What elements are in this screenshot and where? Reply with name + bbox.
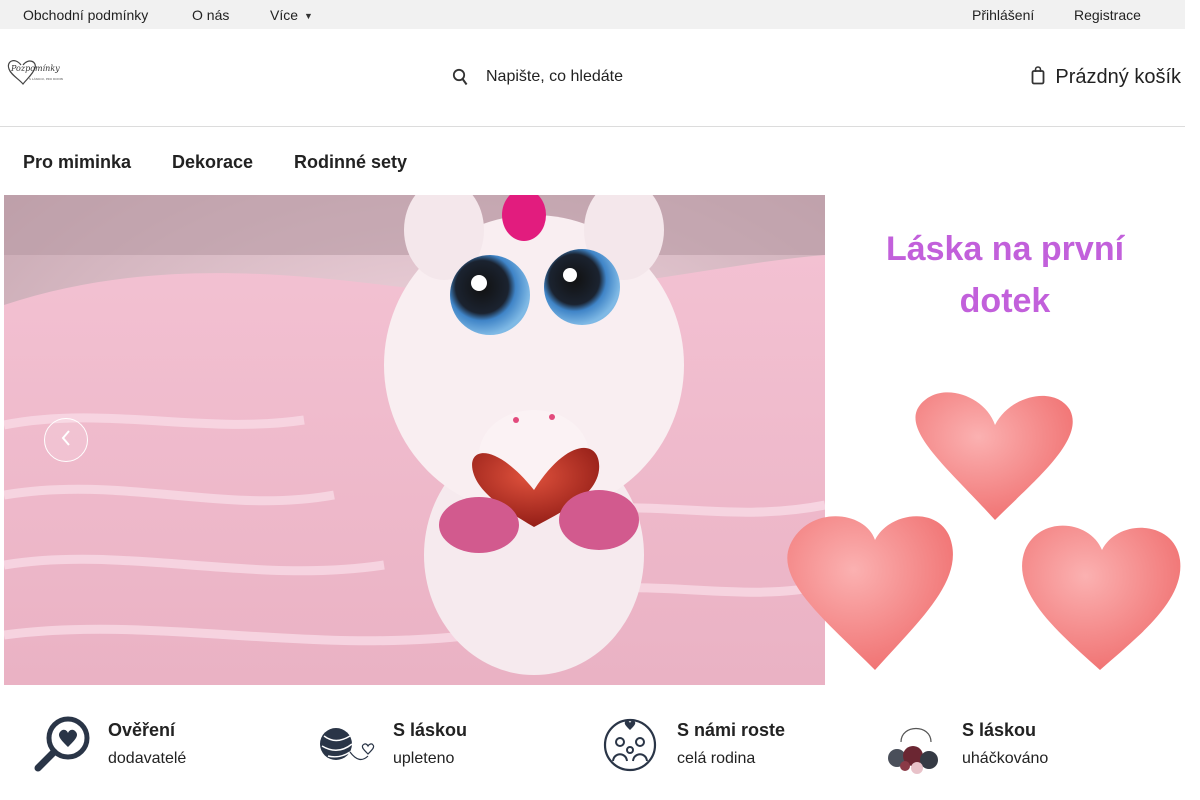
more-label: Více: [270, 7, 299, 23]
nav-item-pro-miminka[interactable]: Pro miminka: [23, 152, 131, 173]
promo-title-line1: Láska na první: [885, 230, 1125, 268]
feature-title: S láskou: [962, 720, 1037, 740]
login-link[interactable]: Přihlášení: [972, 7, 1034, 23]
search-icon[interactable]: [452, 67, 468, 87]
about-link[interactable]: O nás: [192, 7, 229, 23]
cart-label: Prázdný košík: [1055, 65, 1181, 88]
search-input[interactable]: Napište, co hledáte: [486, 68, 623, 86]
hearts-illustration: [780, 380, 1185, 680]
yarn-basket-icon: [887, 716, 947, 774]
feature-subtitle: upleteno: [393, 750, 455, 767]
terms-link[interactable]: Obchodní podmínky: [23, 7, 148, 23]
hero-banner-image[interactable]: [4, 195, 825, 685]
feature-subtitle: celá rodina: [677, 750, 756, 767]
svg-text:S LÁSKOU, PRO RODINU: S LÁSKOU, PRO RODINU: [29, 76, 63, 81]
more-menu[interactable]: Více ▼: [270, 7, 313, 23]
chevron-left-icon: [60, 429, 72, 452]
promo-title: Láska na první dotek: [825, 223, 1185, 327]
magnifier-heart-icon: [33, 716, 93, 774]
main-nav: Pro miminka Dekorace Rodinné sety: [0, 127, 1185, 195]
top-bar: Obchodní podmínky O nás Více ▼ Přihlášení…: [0, 0, 1185, 29]
slider-prev-button[interactable]: [44, 418, 88, 462]
yarn-ball-icon: [318, 716, 378, 774]
features-strip: Ověření dodavatelé S láskou upleteno S n…: [0, 700, 1185, 790]
feature-title: Ověření: [108, 720, 176, 740]
promo-title-line2: dotek: [959, 282, 1051, 320]
feature-subtitle: dodavatelé: [108, 750, 187, 767]
nav-item-rodinne-sety[interactable]: Rodinné sety: [294, 152, 407, 173]
feature-title: S láskou: [393, 720, 468, 740]
cart-icon: [1031, 65, 1045, 90]
feature-subtitle: uháčkováno: [962, 750, 1049, 767]
search-box[interactable]: Napište, co hledáte: [452, 65, 623, 89]
family-icon: [602, 716, 662, 774]
feature-title: S námi roste: [677, 720, 786, 740]
nav-item-dekorace[interactable]: Dekorace: [172, 152, 253, 173]
svg-text:Pozpomínky: Pozpomínky: [10, 64, 60, 73]
header: Pozpomínky S LÁSKOU, PRO RODINU Napište,…: [0, 29, 1185, 127]
cart-button[interactable]: Prázdný košík: [1031, 65, 1181, 89]
chevron-down-icon: ▼: [304, 11, 313, 21]
site-logo[interactable]: Pozpomínky S LÁSKOU, PRO RODINU: [5, 55, 65, 89]
register-link[interactable]: Registrace: [1074, 7, 1141, 23]
